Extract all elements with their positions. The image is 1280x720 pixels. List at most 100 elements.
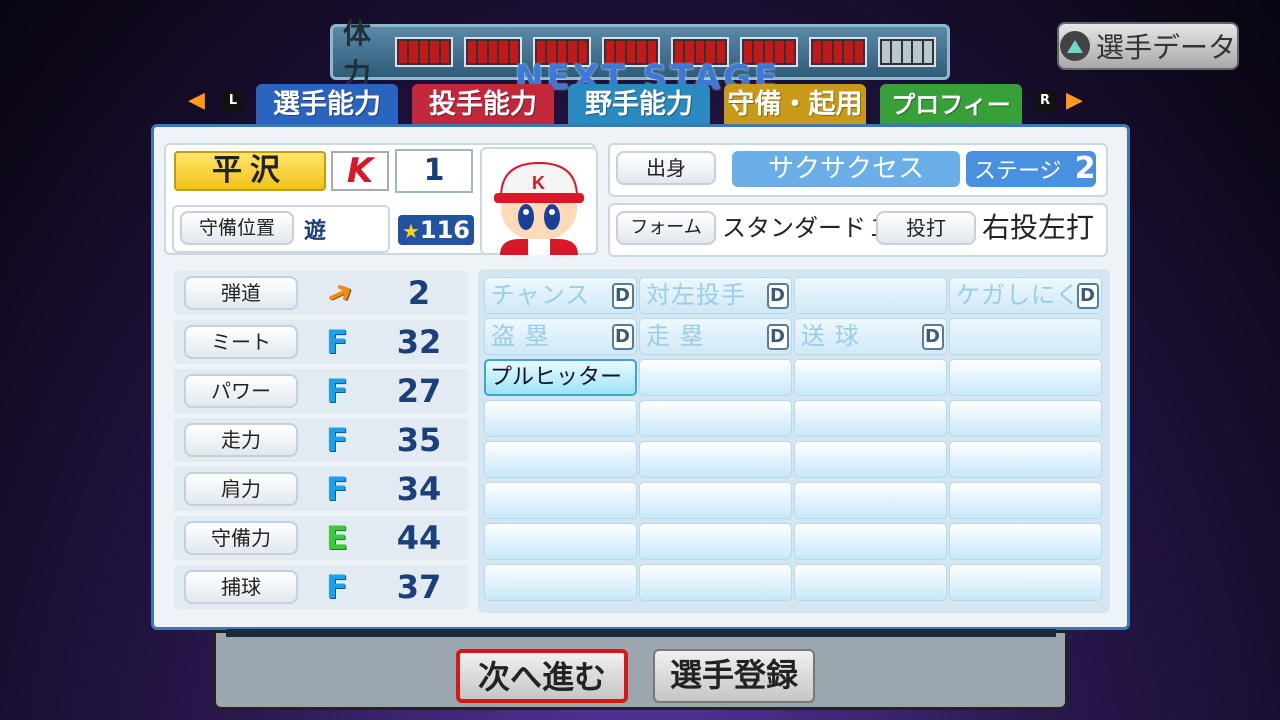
empty-skill-slot bbox=[484, 441, 637, 478]
player-panel: 平沢 K 1 守備位置 遊 ★116 K 出身 サクサクセス ステージ 2 フォ… bbox=[151, 124, 1130, 630]
stat-grade: F bbox=[326, 568, 348, 606]
fixed-skill-grade: D bbox=[767, 283, 789, 309]
stat-row: 肩力 F 34 bbox=[174, 467, 468, 511]
stat-label: パワー bbox=[184, 374, 298, 408]
stat-value: 32 bbox=[396, 323, 442, 361]
tab-profile[interactable]: プロフィール bbox=[880, 84, 1022, 161]
fixed-skill-label: チャンス bbox=[491, 281, 591, 309]
fixed-skill: 盗 塁D bbox=[484, 318, 637, 355]
fixed-skill: チャンス D bbox=[484, 277, 637, 314]
stat-row: ミート F 32 bbox=[174, 320, 468, 364]
empty-skill-slot bbox=[639, 400, 792, 437]
register-button[interactable]: 選手登録 bbox=[653, 649, 815, 703]
r-key-icon: R bbox=[1034, 91, 1056, 111]
empty-skill-slot bbox=[949, 564, 1102, 601]
stamina-segment bbox=[878, 37, 936, 67]
stat-value: 35 bbox=[396, 421, 442, 459]
special-skill[interactable]: プルヒッター bbox=[484, 359, 637, 396]
stat-grade: F bbox=[326, 323, 348, 361]
skill-grid: チャンスD対左投手DケガしにくさD盗 塁D走 塁D送 球Dプルヒッター bbox=[478, 269, 1110, 613]
stamina-label: 体力 bbox=[343, 17, 372, 90]
stat-row: 捕球 F 37 bbox=[174, 565, 468, 609]
empty-skill-slot bbox=[794, 441, 947, 478]
empty-skill-slot bbox=[639, 564, 792, 601]
stat-value: 34 bbox=[396, 470, 442, 508]
stat-grade: F bbox=[326, 470, 348, 508]
fixed-skill-grade: D bbox=[612, 324, 634, 350]
fixed-skill-grade: D bbox=[1077, 283, 1099, 309]
overall-rating: ★116 bbox=[398, 215, 474, 245]
stamina-segment bbox=[809, 37, 867, 67]
l-key-icon: L bbox=[222, 91, 244, 111]
fixed-skill-label: 対左投手 bbox=[646, 281, 746, 309]
bottom-bar: 次へ進む 選手登録 bbox=[213, 629, 1068, 710]
empty-skill-slot bbox=[794, 359, 947, 396]
empty-skill-slot bbox=[794, 523, 947, 560]
stage-value: 2 bbox=[1074, 151, 1096, 186]
bottom-divider bbox=[226, 629, 1056, 637]
stat-grade: E bbox=[326, 519, 348, 557]
fixed-skill-label: 送 球 bbox=[801, 322, 860, 350]
left-arrow-icon[interactable]: ◀ bbox=[188, 88, 205, 113]
fixed-skill-grade: D bbox=[767, 324, 789, 350]
trajectory-arrow-icon: ➜ bbox=[319, 270, 360, 316]
empty-skill-slot bbox=[949, 523, 1102, 560]
fixed-skill: 送 球D bbox=[794, 318, 947, 355]
empty-skill-slot bbox=[639, 523, 792, 560]
form-value: スタンダード１ bbox=[722, 214, 890, 242]
stat-value: 44 bbox=[396, 519, 442, 557]
stat-label: 守備力 bbox=[184, 521, 298, 555]
stat-row: パワー F 27 bbox=[174, 369, 468, 413]
fixed-skill: ケガしにくさD bbox=[949, 277, 1102, 344]
empty-skill-slot bbox=[484, 564, 637, 601]
stat-label: 肩力 bbox=[184, 472, 298, 506]
tab-fielder-ability[interactable]: 野手能力 bbox=[568, 84, 710, 126]
origin-label: 出身 bbox=[616, 151, 716, 185]
stat-row: 弾道 ➜ 2 bbox=[174, 270, 468, 316]
player-name: 平沢 bbox=[174, 151, 326, 191]
fixed-skill: 走 塁D bbox=[639, 318, 792, 355]
special-skill-label: プルヒッター bbox=[490, 365, 623, 390]
stamina-segment bbox=[395, 37, 453, 67]
empty-skill-slot bbox=[484, 523, 637, 560]
empty-skill-slot bbox=[949, 441, 1102, 478]
fixed-skill-grade: D bbox=[612, 283, 634, 309]
stage-label: ステージ bbox=[974, 159, 1062, 184]
stat-label: 捕球 bbox=[184, 570, 298, 604]
position-value: 遊 bbox=[304, 219, 327, 244]
fixed-skill-grade: D bbox=[922, 324, 944, 350]
fixed-skill: 対左投手 D bbox=[639, 277, 792, 314]
empty-skill-slot bbox=[639, 482, 792, 519]
stat-row: 走力 F 35 bbox=[174, 418, 468, 462]
stat-label: 走力 bbox=[184, 423, 298, 457]
player-data-button[interactable]: 選手データ bbox=[1057, 22, 1239, 70]
fixed-skill-label: 走 塁 bbox=[646, 322, 705, 350]
empty-skill-slot bbox=[794, 564, 947, 601]
tab-pitcher-ability[interactable]: 投手能力 bbox=[412, 84, 554, 126]
stat-row: 守備力 E 44 bbox=[174, 516, 468, 560]
empty-skill-slot bbox=[484, 482, 637, 519]
fixed-skill bbox=[949, 318, 1102, 355]
tab-defense[interactable]: 守備・起用 bbox=[724, 84, 866, 126]
empty-skill-slot bbox=[484, 400, 637, 437]
empty-skill-slot bbox=[949, 482, 1102, 519]
stat-label: 弾道 bbox=[184, 276, 298, 310]
stat-value: 27 bbox=[396, 372, 442, 410]
tab-batter-ability[interactable]: 選手能力 bbox=[256, 84, 398, 126]
player-data-label: 選手データ bbox=[1095, 31, 1236, 64]
origin-value: サクサクセス bbox=[732, 151, 960, 187]
bat-value: 右投左打 bbox=[982, 211, 1095, 244]
fixed-skill bbox=[794, 277, 947, 314]
next-button[interactable]: 次へ進む bbox=[456, 649, 628, 703]
stat-grade: F bbox=[326, 372, 348, 410]
right-arrow-icon[interactable]: ▶ bbox=[1066, 88, 1083, 113]
empty-skill-slot bbox=[794, 400, 947, 437]
rating-value: 116 bbox=[419, 216, 471, 244]
stat-value: 2 bbox=[407, 274, 431, 312]
uniform-number: 1 bbox=[395, 149, 473, 193]
player-avatar: K bbox=[480, 147, 598, 255]
empty-skill-slot bbox=[639, 359, 792, 396]
triangle-icon bbox=[1059, 31, 1090, 61]
star-icon: ★ bbox=[401, 219, 420, 243]
tab-bar: ◀ L 選手能力 投手能力 野手能力 守備・起用 プロフィール R ▶ bbox=[188, 84, 1098, 161]
